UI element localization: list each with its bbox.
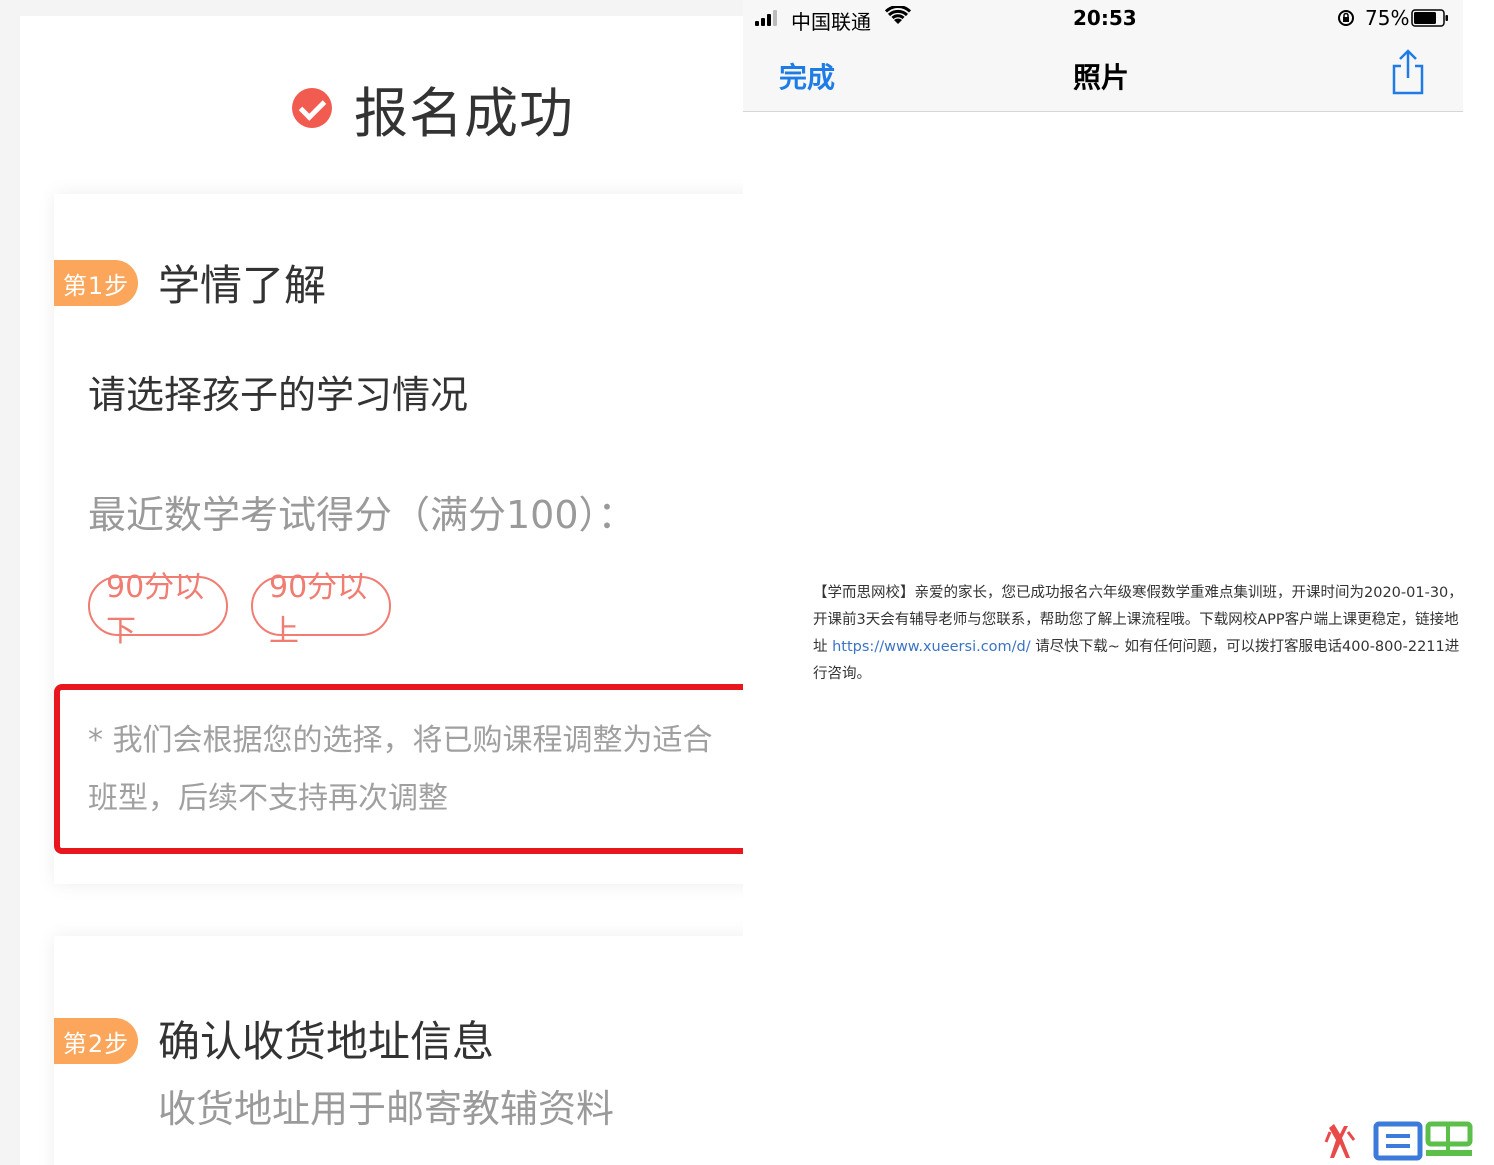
- option-below-90[interactable]: 90分以下: [88, 570, 228, 649]
- step2-title: 确认收货地址信息: [158, 1017, 495, 1066]
- question-title: 请选择孩子的学习情况: [88, 373, 469, 417]
- address-subtitle: 收货地址用于邮寄教辅资料: [158, 1087, 615, 1131]
- nav-title: 照片: [1073, 61, 1130, 94]
- check-circle-icon: [292, 88, 332, 128]
- sms-message: 【学而思网校】亲爱的家长，您已成功报名六年级寒假数学重难点集训班，开课时间为20…: [813, 580, 1463, 688]
- right-panel: 中国联通 20:53 75% 完成 照片 【学而思网校】亲爱的家长，您已成功报名…: [743, 0, 1463, 1165]
- signal-icon: [755, 10, 777, 26]
- left-page: 报名成功 第1步 学情了解 请选择孩子的学习情况 最近数学考试得分（满分100）…: [20, 16, 743, 1165]
- wifi-icon: [885, 6, 911, 24]
- share-icon[interactable]: [1389, 48, 1427, 96]
- battery-percent: 75%: [1365, 6, 1410, 30]
- carrier-name: 中国联通: [791, 10, 871, 34]
- step1-title: 学情了解: [158, 261, 327, 310]
- sms-link[interactable]: https://www.xueersi.com/d/: [832, 639, 1031, 655]
- step2-card: 第2步 确认收货地址信息 收货地址用于邮寄教辅资料: [54, 936, 743, 1165]
- step2-badge: 第2步: [54, 1018, 138, 1064]
- left-panel: 报名成功 第1步 学情了解 请选择孩子的学习情况 最近数学考试得分（满分100）…: [0, 0, 743, 1165]
- step1-badge: 第1步: [54, 260, 138, 306]
- notice-highlight-box: * 我们会根据您的选择，将已购课程调整为适合班型，后续不支持再次调整: [54, 684, 743, 854]
- notice-text: * 我们会根据您的选择，将已购课程调整为适合班型，后续不支持再次调整: [88, 723, 713, 816]
- watermark-logo: [1324, 1121, 1473, 1161]
- step1-card: 第1步 学情了解 请选择孩子的学习情况 最近数学考试得分（满分100）： 90分…: [54, 194, 743, 884]
- page-title: 报名成功: [354, 81, 574, 145]
- question-subtitle: 最近数学考试得分（满分100）：: [88, 493, 636, 537]
- option-above-90[interactable]: 90分以上: [251, 570, 391, 649]
- success-header: 报名成功: [292, 68, 574, 148]
- rotation-lock-icon: [1338, 10, 1354, 26]
- status-time: 20:53: [1073, 6, 1137, 30]
- done-button[interactable]: 完成: [779, 56, 835, 96]
- battery-icon: [1411, 9, 1448, 27]
- ios-top-bar: 中国联通 20:53 75% 完成 照片: [743, 0, 1463, 112]
- status-bar: 中国联通 20:53 75%: [743, 0, 1463, 36]
